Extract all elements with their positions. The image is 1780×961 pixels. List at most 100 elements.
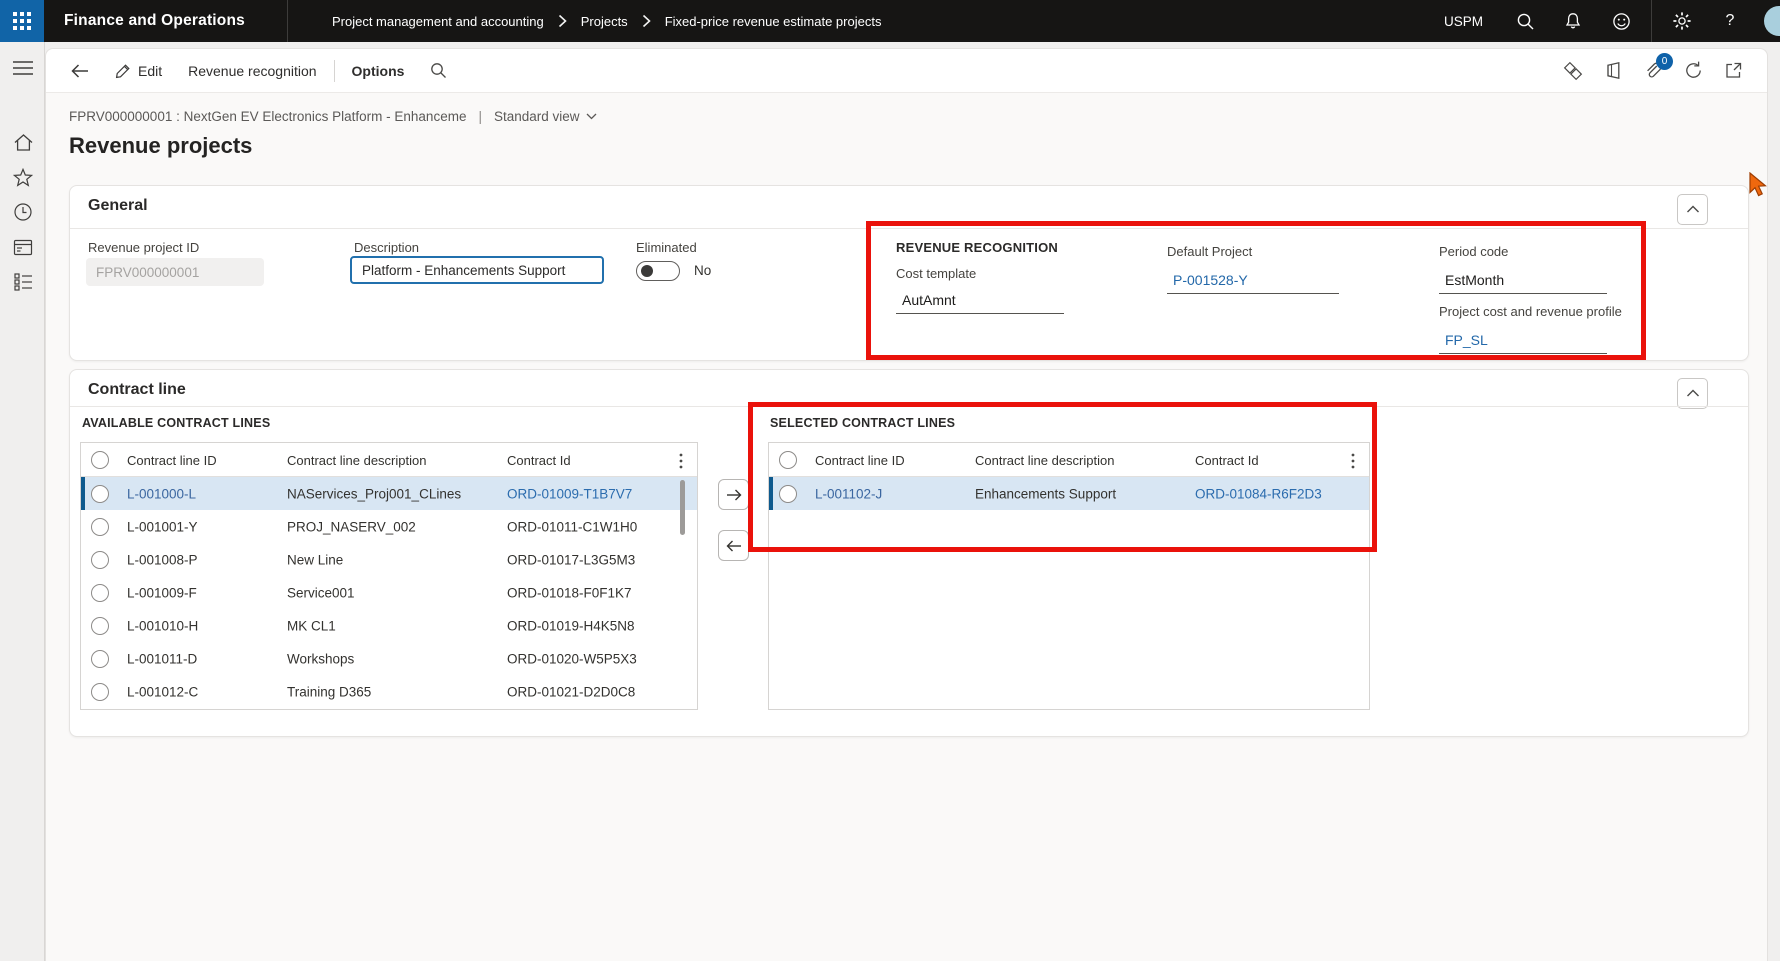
actionbar-divider [333, 59, 335, 82]
modules-list-icon[interactable] [11, 270, 35, 294]
column-header-contract-id[interactable]: Contract Id [1195, 443, 1259, 477]
collapse-contract-line-button[interactable] [1677, 378, 1708, 409]
row-radio[interactable] [91, 682, 109, 701]
table-row[interactable]: L-001011-D Workshops ORD-01020-W5P5X3 [81, 642, 697, 675]
column-header-contract-line-id[interactable]: Contract line ID [815, 443, 905, 477]
contract-line-id-cell: L-001001-Y [127, 519, 198, 534]
pencil-icon [115, 63, 131, 79]
breadcrumb-area[interactable]: Projects [581, 14, 628, 29]
attachment-count-badge: 0 [1656, 52, 1673, 70]
open-in-new-window-icon[interactable] [1715, 53, 1751, 89]
column-options-kebab-icon[interactable] [1343, 451, 1363, 471]
recent-clock-icon[interactable] [11, 200, 35, 224]
record-header: FPRV000000001 : NextGen EV Electronics P… [69, 109, 597, 124]
eliminated-toggle[interactable] [636, 261, 680, 281]
topbar-right-group: USPM ? [1430, 0, 1780, 42]
contract-id-cell[interactable]: ORD-01084-R6F2D3 [1195, 486, 1322, 501]
period-code-field[interactable]: EstMonth [1439, 264, 1607, 294]
general-section-header[interactable]: General [88, 197, 148, 215]
page-title: Revenue projects [69, 133, 253, 158]
feedback-smiley-icon[interactable] [1601, 0, 1641, 42]
settings-gear-icon[interactable] [1662, 0, 1702, 42]
app-title[interactable]: Finance and Operations [64, 12, 245, 30]
revenue-project-id-label: Revenue project ID [88, 240, 200, 255]
collapse-general-button[interactable] [1677, 194, 1708, 225]
description-field[interactable]: Platform - Enhancements Support [350, 256, 604, 284]
cost-template-field[interactable]: AutAmnt [896, 284, 1064, 314]
actionbar-search-icon[interactable] [417, 49, 460, 92]
home-icon[interactable] [11, 130, 35, 154]
contract-id-cell: ORD-01011-C1W1H0 [507, 519, 638, 534]
column-header-contract-line-description[interactable]: Contract line description [287, 443, 426, 477]
options-menu[interactable]: Options [339, 49, 418, 92]
view-selector-label: Standard view [493, 109, 580, 124]
breadcrumb-page[interactable]: Fixed-price revenue estimate projects [665, 14, 882, 29]
hamburger-menu-icon[interactable] [11, 56, 35, 80]
notifications-bell-icon[interactable] [1553, 0, 1593, 42]
contract-line-description-cell: PROJ_NASERV_002 [287, 519, 416, 534]
table-row[interactable]: L-001000-L NAServices_Proj001_CLines ORD-0… [81, 477, 697, 510]
favorites-star-icon[interactable] [11, 165, 35, 189]
edit-button-label: Edit [138, 62, 163, 79]
contract-line-description-cell: MK CL1 [287, 618, 336, 633]
breadcrumb-module[interactable]: Project management and accounting [332, 14, 544, 29]
row-radio[interactable] [91, 517, 109, 536]
search-icon[interactable] [1505, 0, 1545, 42]
row-radio[interactable] [91, 616, 109, 635]
attachments-paperclip-icon[interactable]: 0 [1635, 52, 1673, 89]
section-divider [70, 406, 1748, 407]
column-header-contract-line-id[interactable]: Contract line ID [127, 443, 217, 477]
table-row[interactable]: L-001008-P New Line ORD-01017-L3G5M3 [81, 543, 697, 576]
refresh-icon[interactable] [1675, 53, 1711, 89]
column-header-contract-line-description[interactable]: Contract line description [975, 443, 1114, 477]
project-cost-revenue-profile-link[interactable]: FP_SL [1439, 324, 1607, 354]
back-button[interactable] [58, 49, 102, 92]
app-launcher-waffle-icon[interactable] [0, 0, 44, 42]
contract-id-cell: ORD-01018-F0F1K7 [507, 585, 632, 600]
available-contract-lines-title: AVAILABLE CONTRACT LINES [82, 416, 271, 430]
table-row[interactable]: L-001001-Y PROJ_NASERV_002 ORD-01011-C1W1H… [81, 510, 697, 543]
contract-line-id-cell: L-001010-H [127, 618, 199, 633]
row-radio[interactable] [91, 649, 109, 668]
row-radio[interactable] [91, 583, 109, 602]
contract-id-cell[interactable]: ORD-01009-T1B7V7 [507, 486, 632, 501]
user-avatar[interactable] [1764, 6, 1780, 36]
row-radio[interactable] [779, 484, 797, 503]
chevron-right-icon [642, 14, 651, 28]
office-app-icon[interactable] [1595, 53, 1631, 89]
table-row[interactable]: L-001102-J Enhancements Support ORD-01084-… [769, 477, 1369, 510]
contract-id-cell: ORD-01020-W5P5X3 [507, 651, 637, 666]
default-project-link[interactable]: P-001528-Y [1167, 264, 1339, 294]
help-icon[interactable]: ? [1710, 0, 1750, 42]
edit-button[interactable]: Edit [102, 49, 175, 92]
contract-id-cell: ORD-01019-H4K5N8 [507, 618, 635, 633]
contract-line-description-cell: Workshops [287, 651, 355, 666]
view-selector[interactable]: Standard view [494, 109, 597, 124]
contract-line-description-cell: Training D365 [287, 684, 372, 699]
revenue-recognition-menu[interactable]: Revenue recognition [175, 49, 329, 92]
contract-line-description-cell: New Line [287, 552, 344, 567]
select-all-radio[interactable] [91, 450, 109, 469]
table-row[interactable]: L-001012-C Training D365 ORD-01021-D2D0C8 [81, 675, 697, 708]
arrow-right-icon [726, 489, 741, 500]
contract-id-cell: ORD-01017-L3G5M3 [507, 552, 636, 567]
column-header-contract-id[interactable]: Contract Id [507, 443, 571, 477]
contract-line-section-header[interactable]: Contract line [88, 381, 186, 399]
move-right-button[interactable] [718, 479, 749, 510]
contract-line-id-cell: L-001012-C [127, 684, 199, 699]
row-radio[interactable] [91, 484, 109, 503]
table-scrollbar-thumb[interactable] [680, 480, 685, 535]
personalization-diamond-icon[interactable] [1555, 53, 1591, 89]
topbar-divider [1651, 0, 1652, 42]
move-left-button[interactable] [718, 530, 749, 561]
select-all-radio[interactable] [779, 450, 797, 469]
contract-line-id-cell: L-001009-F [127, 585, 197, 600]
table-row[interactable]: L-001010-H MK CL1 ORD-01019-H4K5N8 [81, 609, 697, 642]
workspaces-window-icon[interactable] [11, 235, 35, 259]
environment-badge[interactable]: USPM [1430, 14, 1497, 29]
selected-contract-lines-table: Contract line ID Contract line descripti… [768, 442, 1370, 710]
breadcrumb: Project management and accounting Projec… [332, 14, 881, 29]
row-radio[interactable] [91, 550, 109, 569]
column-options-kebab-icon[interactable] [671, 451, 691, 471]
table-row[interactable]: L-001009-F Service001 ORD-01018-F0F1K7 [81, 576, 697, 609]
